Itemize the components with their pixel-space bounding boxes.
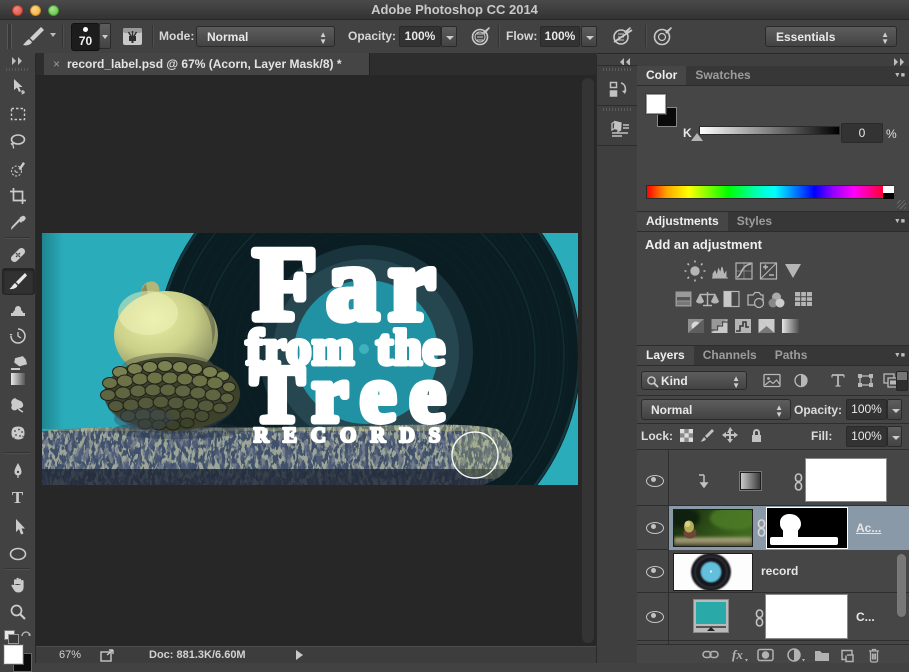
svg-text:fx: fx: [732, 647, 743, 662]
svg-text:RECORDS: RECORDS: [254, 423, 455, 447]
